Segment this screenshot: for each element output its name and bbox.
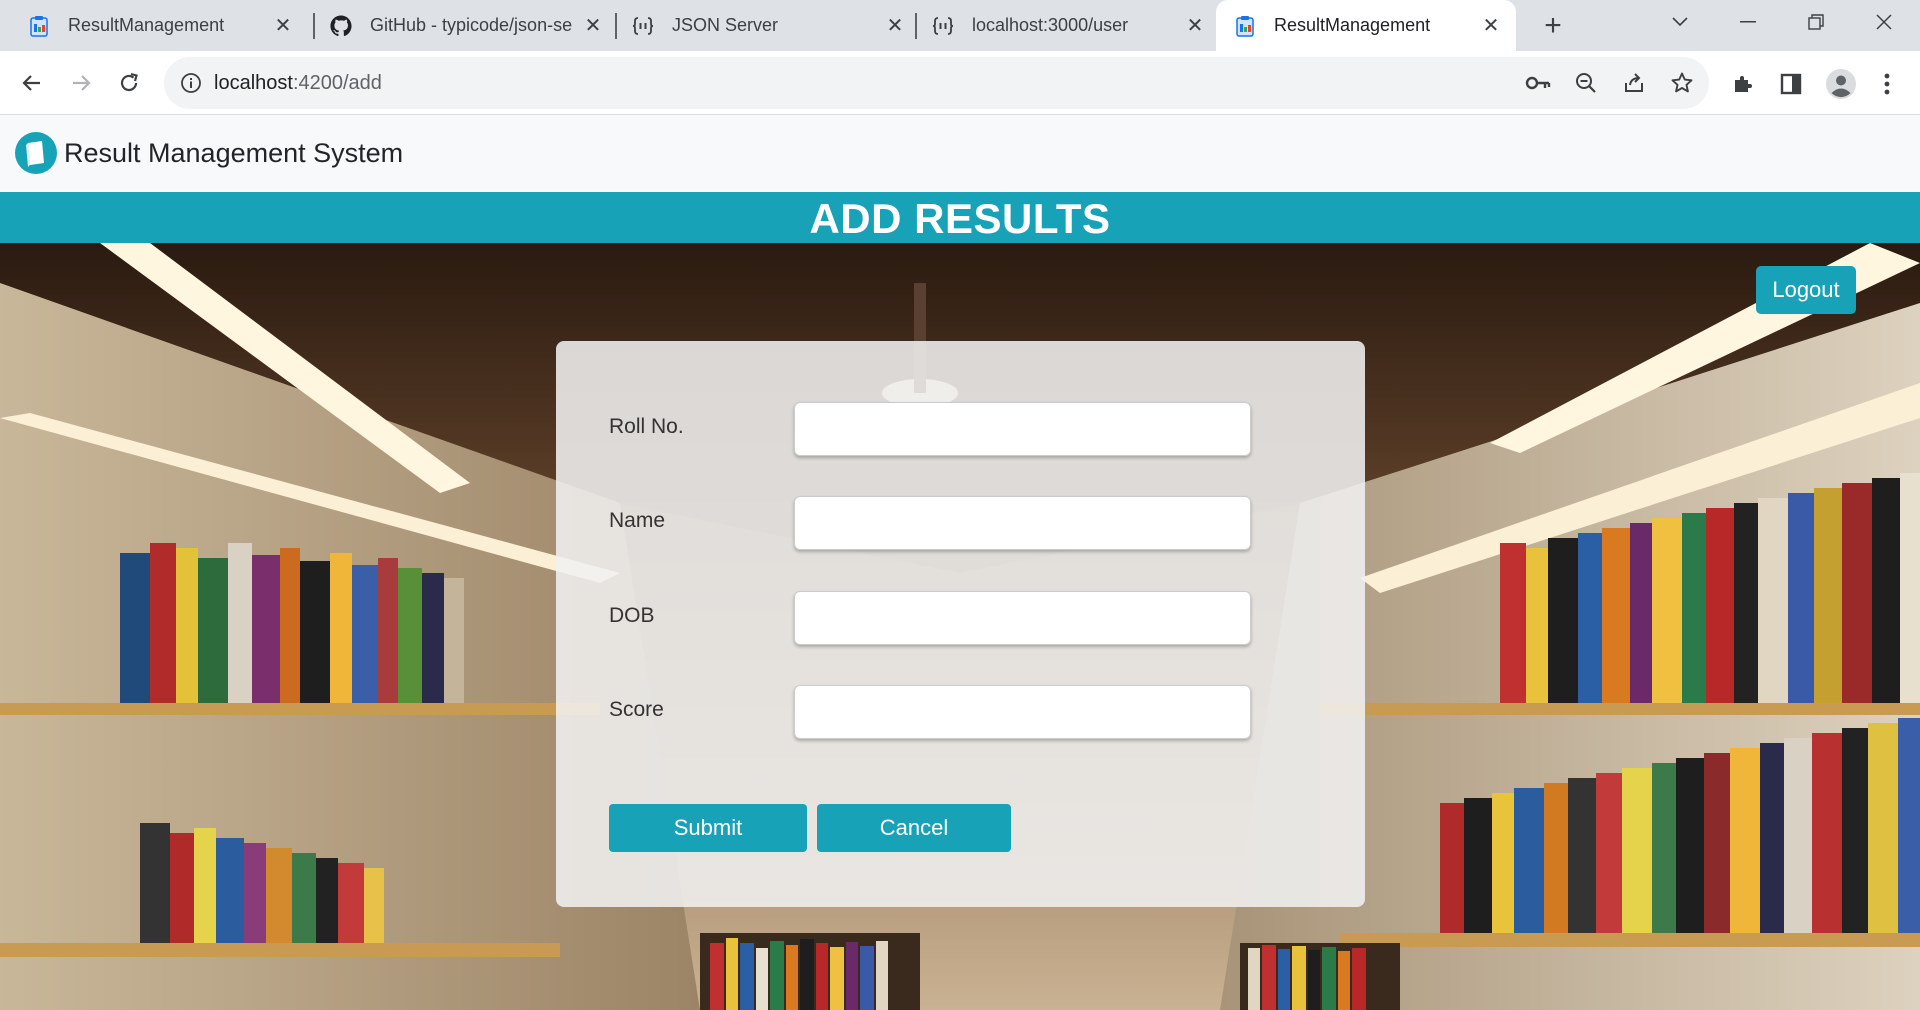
- tab-search-chevron-icon[interactable]: [1650, 0, 1710, 44]
- window-close-icon[interactable]: [1854, 0, 1914, 44]
- score-label: Score: [609, 698, 664, 721]
- restore-icon[interactable]: [1786, 0, 1846, 44]
- dob-input[interactable]: [794, 591, 1251, 645]
- zoom-out-icon[interactable]: [1573, 70, 1599, 96]
- tab-separator: [313, 13, 315, 39]
- tab-title: ResultManagement: [1274, 15, 1431, 35]
- dob-label: DOB: [609, 604, 655, 627]
- profile-avatar-icon[interactable]: [1824, 67, 1858, 101]
- add-result-form-card: Roll No. Name DOB Score Submit Cancel: [556, 341, 1365, 907]
- close-icon[interactable]: ✕: [582, 15, 604, 37]
- brand-logo-icon[interactable]: [15, 132, 57, 174]
- clipboard-icon: [28, 15, 50, 37]
- browser-tab[interactable]: GitHub - typicode/json-se ✕: [318, 0, 618, 51]
- brand-title[interactable]: Result Management System: [64, 115, 403, 192]
- browser-tab-strip: ResultManagement ✕ GitHub - typicode/jso…: [0, 0, 1920, 51]
- navbar: Result Management System: [0, 115, 1920, 192]
- forward-arrow-icon[interactable]: [63, 65, 99, 101]
- tab-title: ResultManagement: [68, 15, 225, 35]
- submit-button[interactable]: Submit: [609, 804, 807, 852]
- roll-no-label: Roll No.: [609, 415, 684, 438]
- cancel-button[interactable]: Cancel: [817, 804, 1011, 852]
- bookmark-star-icon[interactable]: [1669, 70, 1695, 96]
- score-input[interactable]: [794, 685, 1251, 739]
- url-path: :4200/add: [292, 72, 382, 94]
- key-icon[interactable]: [1525, 70, 1551, 96]
- kebab-menu-icon[interactable]: [1873, 70, 1901, 98]
- json-server-icon: [632, 15, 654, 37]
- side-panel-icon[interactable]: [1777, 70, 1805, 98]
- close-icon[interactable]: ✕: [272, 15, 294, 37]
- extensions-puzzle-icon[interactable]: [1729, 70, 1757, 98]
- url-text[interactable]: localhost:4200/add: [214, 57, 382, 109]
- page-banner: ADD RESULTS: [0, 192, 1920, 243]
- name-label: Name: [609, 509, 666, 532]
- tab-title: localhost:3000/user: [972, 15, 1129, 35]
- browser-tab[interactable]: ResultManagement ✕: [0, 0, 308, 51]
- clipboard-icon: [1234, 15, 1256, 37]
- close-icon[interactable]: ✕: [1184, 15, 1206, 37]
- site-info-icon[interactable]: [180, 72, 202, 94]
- tab-separator: [615, 13, 617, 39]
- name-input[interactable]: [794, 496, 1251, 550]
- tab-title: JSON Server: [672, 15, 779, 35]
- browser-tab[interactable]: JSON Server ✕: [620, 0, 920, 51]
- minimize-icon[interactable]: [1718, 0, 1778, 44]
- logout-button[interactable]: Logout: [1756, 266, 1856, 314]
- tab-separator: [915, 13, 917, 39]
- close-icon[interactable]: ✕: [1480, 15, 1502, 37]
- browser-tab-active[interactable]: ResultManagement ✕: [1216, 0, 1516, 51]
- tab-title: GitHub - typicode/json-se: [370, 15, 573, 35]
- reload-icon[interactable]: [111, 65, 147, 101]
- roll-no-input[interactable]: [794, 402, 1251, 456]
- browser-toolbar: localhost:4200/add: [0, 51, 1920, 115]
- back-arrow-icon[interactable]: [14, 65, 50, 101]
- github-icon: [330, 14, 352, 37]
- browser-tab[interactable]: localhost:3000/user ✕: [920, 0, 1220, 51]
- url-host: localhost: [214, 72, 293, 94]
- close-icon[interactable]: ✕: [884, 15, 906, 37]
- web-page: Result Management System ADD RESULTS Log…: [0, 115, 1920, 1010]
- new-tab-button[interactable]: +: [1537, 9, 1569, 42]
- json-server-icon: [932, 15, 954, 37]
- address-bar[interactable]: localhost:4200/add: [164, 57, 1709, 109]
- share-icon[interactable]: [1621, 70, 1647, 96]
